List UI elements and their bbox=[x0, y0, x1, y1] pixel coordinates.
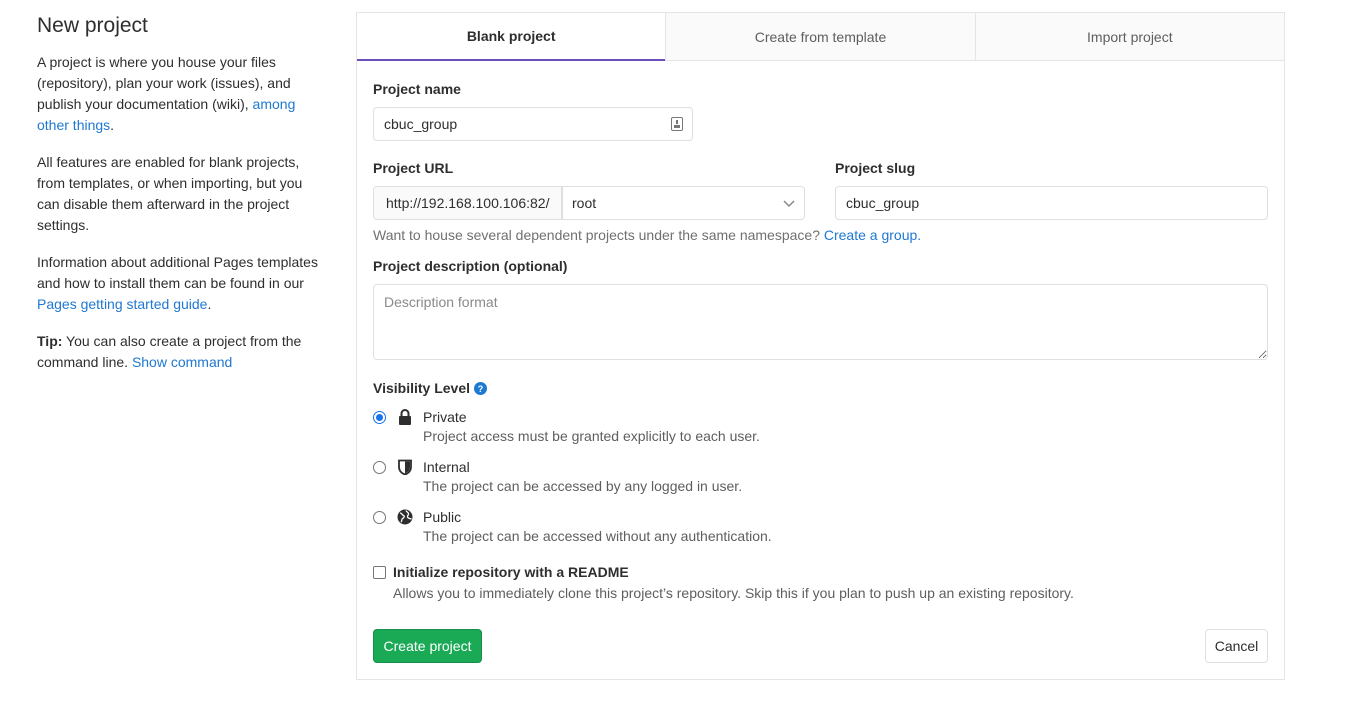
project-name-label: Project name bbox=[373, 81, 461, 97]
visibility-option-public[interactable]: Public The project can be accessed witho… bbox=[373, 508, 772, 546]
internal-desc: The project can be accessed by any logge… bbox=[423, 478, 743, 494]
visibility-option-internal[interactable]: Internal The project can be accessed by … bbox=[373, 458, 742, 496]
project-slug-value: cbuc_group bbox=[846, 195, 920, 211]
visibility-option-private[interactable]: Private Project access must be granted e… bbox=[373, 408, 760, 446]
globe-icon bbox=[397, 508, 413, 526]
project-slug-input[interactable]: cbuc_group bbox=[835, 186, 1268, 220]
project-url-label: Project URL bbox=[373, 160, 454, 176]
question-circle-icon[interactable]: ? bbox=[474, 381, 488, 395]
shield-icon bbox=[397, 458, 413, 476]
show-command-link[interactable]: Show command bbox=[132, 354, 232, 370]
internal-text: Internal The project can be accessed by … bbox=[423, 458, 742, 496]
internal-radio[interactable] bbox=[373, 461, 386, 474]
project-slug-label: Project slug bbox=[835, 160, 916, 176]
private-text: Private Project access must be granted e… bbox=[423, 408, 760, 446]
lock-icon bbox=[397, 408, 413, 426]
tip-paragraph: Tip: You can also create a project from … bbox=[37, 331, 327, 373]
namespace-value: root bbox=[572, 195, 597, 211]
tab-import-project[interactable]: Import project bbox=[974, 13, 1284, 60]
pages-text: Information about additional Pages templ… bbox=[37, 254, 318, 291]
pages-guide-link[interactable]: Pages getting started guide bbox=[37, 296, 207, 312]
autofill-icon[interactable] bbox=[671, 117, 683, 134]
pages-paragraph: Information about additional Pages templ… bbox=[37, 252, 327, 315]
public-radio[interactable] bbox=[373, 511, 386, 524]
readme-checkbox[interactable] bbox=[373, 566, 386, 579]
internal-title: Internal bbox=[423, 459, 470, 475]
public-text: Public The project can be accessed witho… bbox=[423, 508, 772, 546]
project-tabs: Blank project Create from template Impor… bbox=[357, 13, 1284, 61]
private-desc: Project access must be granted explicitl… bbox=[423, 428, 760, 444]
project-name-input[interactable]: cbuc_group bbox=[373, 107, 693, 141]
create-project-button[interactable]: Create project bbox=[373, 629, 482, 663]
page-title: New project bbox=[37, 14, 148, 37]
features-paragraph: All features are enabled for blank proje… bbox=[37, 154, 303, 233]
project-name-value: cbuc_group bbox=[384, 116, 458, 132]
pages-end: . bbox=[207, 296, 212, 312]
chevron-down-icon bbox=[782, 196, 796, 210]
private-radio[interactable] bbox=[373, 411, 386, 424]
tip-label: Tip: bbox=[37, 333, 63, 349]
group-help: Want to house several dependent projects… bbox=[373, 227, 921, 243]
readme-help: Allows you to immediately clone this pro… bbox=[393, 585, 1074, 601]
private-title: Private bbox=[423, 409, 467, 425]
namespace-select[interactable]: root bbox=[561, 186, 805, 220]
description-label: Project description (optional) bbox=[373, 258, 568, 274]
sidebar: New project A project is where you house… bbox=[37, 12, 327, 389]
visibility-label-text: Visibility Level bbox=[373, 380, 471, 396]
public-title: Public bbox=[423, 509, 462, 525]
group-help-text: Want to house several dependent projects… bbox=[373, 227, 824, 243]
svg-text:?: ? bbox=[478, 384, 484, 394]
intro-end: . bbox=[110, 117, 115, 133]
visibility-level-label: Visibility Level ? bbox=[373, 380, 488, 396]
create-group-link[interactable]: Create a group. bbox=[824, 227, 921, 243]
cancel-button[interactable]: Cancel bbox=[1205, 629, 1268, 663]
description-textarea[interactable] bbox=[373, 284, 1268, 360]
intro-paragraph: A project is where you house your files … bbox=[37, 52, 327, 136]
new-project-panel: Blank project Create from template Impor… bbox=[356, 12, 1285, 680]
tab-create-from-template[interactable]: Create from template bbox=[665, 13, 975, 60]
tab-blank-project[interactable]: Blank project bbox=[357, 13, 666, 61]
public-desc: The project can be accessed without any … bbox=[423, 528, 772, 544]
url-prefix: http://192.168.100.106:82/ bbox=[373, 186, 563, 220]
readme-label[interactable]: Initialize repository with a README bbox=[393, 564, 629, 580]
